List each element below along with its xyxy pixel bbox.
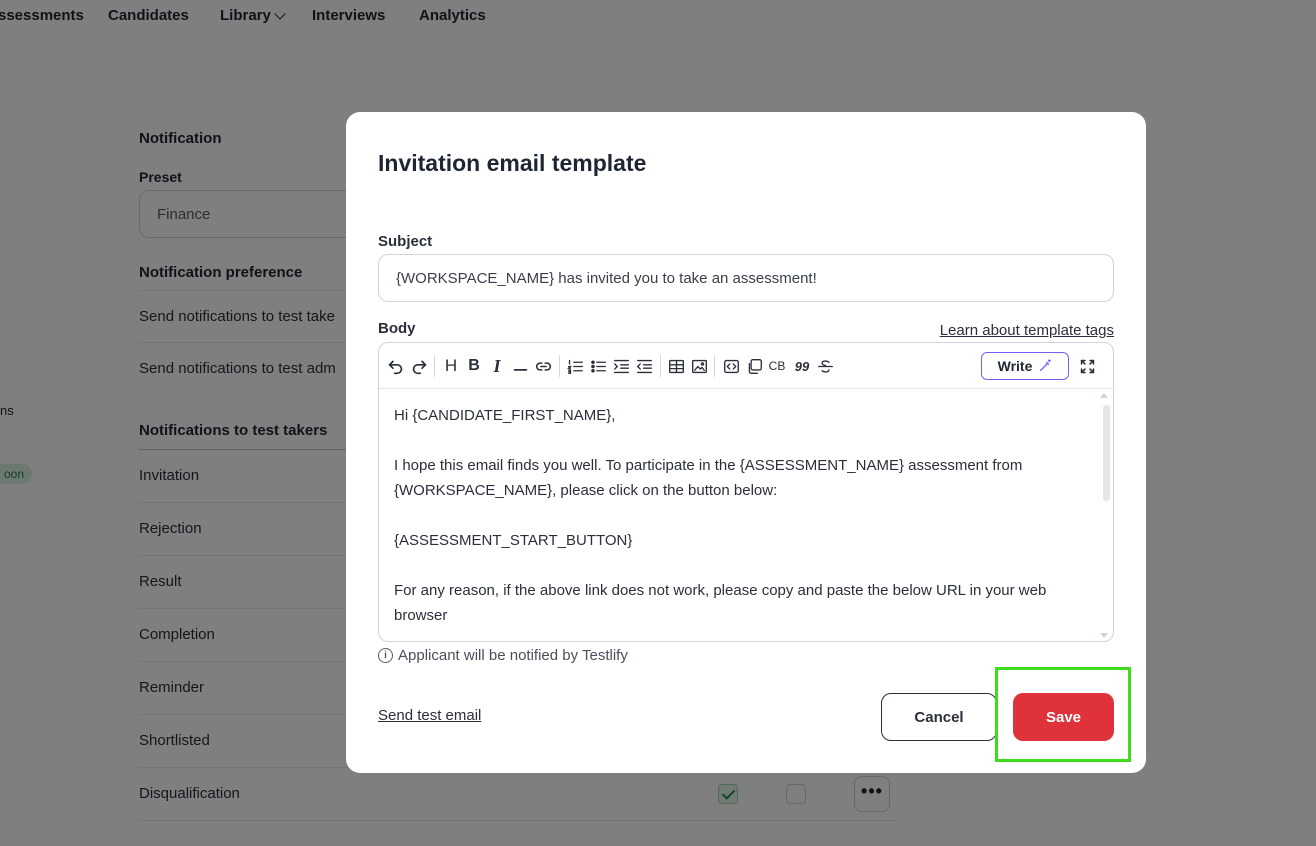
magic-wand-icon [1040, 359, 1052, 372]
indent-icon[interactable] [611, 355, 631, 377]
code-block-icon[interactable]: CB [767, 355, 787, 377]
scroll-up-icon[interactable] [1100, 393, 1108, 398]
body-editor: H B I CB 99 Write Hi {CANDIDATE_FIRST_NA… [378, 342, 1114, 642]
redo-icon[interactable] [409, 355, 429, 377]
undo-icon[interactable] [385, 355, 405, 377]
link-icon[interactable] [533, 355, 553, 377]
toolbar-separator [660, 355, 661, 377]
save-highlight-box [995, 667, 1131, 762]
image-icon[interactable] [689, 355, 709, 377]
copy-icon[interactable] [744, 355, 764, 377]
modal-title: Invitation email template [378, 150, 647, 176]
horizontal-rule-icon[interactable] [510, 355, 530, 377]
outdent-icon[interactable] [634, 355, 654, 377]
bold-icon[interactable]: B [464, 355, 484, 377]
toolbar-separator [714, 355, 715, 377]
heading-icon[interactable]: H [441, 355, 461, 377]
body-paragraph: Hi {CANDIDATE_FIRST_NAME}, [394, 407, 616, 424]
ai-write-button[interactable]: Write [981, 352, 1069, 380]
info-icon: i [378, 648, 393, 663]
learn-template-tags-link[interactable]: Learn about template tags [940, 322, 1114, 339]
cancel-button[interactable]: Cancel [881, 693, 997, 741]
fullscreen-icon[interactable] [1077, 355, 1097, 377]
body-label: Body [378, 320, 416, 337]
write-label: Write [997, 358, 1033, 374]
ordered-list-icon[interactable] [565, 355, 585, 377]
editor-toolbar: H B I CB 99 Write [379, 343, 1113, 389]
subject-input[interactable]: {WORKSPACE_NAME} has invited you to take… [378, 254, 1114, 302]
code-icon[interactable] [721, 355, 741, 377]
scroll-down-icon[interactable] [1100, 633, 1108, 638]
subject-value: {WORKSPACE_NAME} has invited you to take… [396, 270, 817, 287]
toolbar-separator [559, 355, 560, 377]
notification-note: i Applicant will be notified by Testlify [378, 647, 628, 664]
table-icon[interactable] [666, 355, 686, 377]
editor-scrollbar[interactable] [1103, 405, 1110, 501]
body-paragraph: For any reason, if the above link does n… [394, 582, 1047, 624]
quote-icon[interactable]: 99 [792, 355, 812, 377]
body-paragraph: {ASSESSMENT_START_BUTTON} [394, 532, 633, 549]
subject-label: Subject [378, 233, 433, 250]
editor-content[interactable]: Hi {CANDIDATE_FIRST_NAME}, I hope this e… [394, 389, 1083, 641]
send-test-email-link[interactable]: Send test email [378, 707, 481, 724]
italic-icon[interactable]: I [487, 355, 507, 377]
body-paragraph: I hope this email finds you well. To par… [394, 457, 1023, 499]
toolbar-separator [434, 355, 435, 377]
strikethrough-icon[interactable] [815, 355, 835, 377]
note-text: Applicant will be notified by Testlify [398, 647, 628, 664]
bullet-list-icon[interactable] [588, 355, 608, 377]
